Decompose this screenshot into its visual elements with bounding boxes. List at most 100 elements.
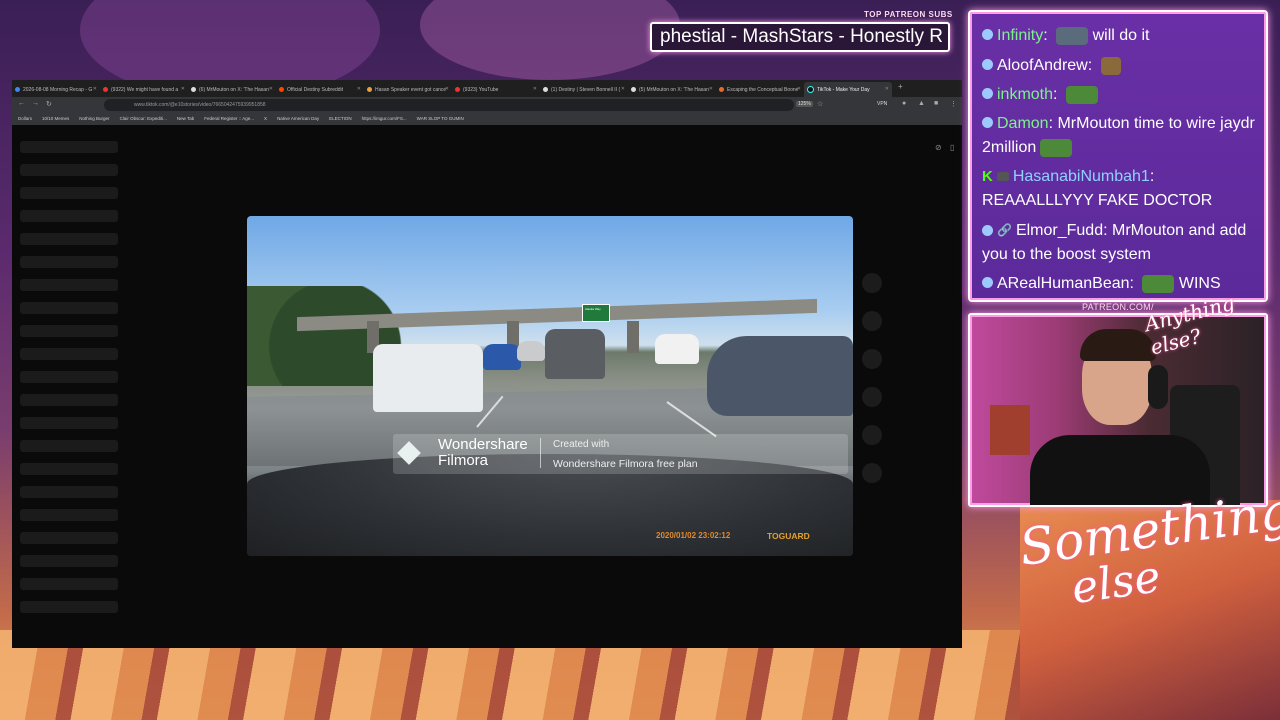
sub-badge-icon <box>982 117 993 129</box>
chat-username[interactable]: Elmor_Fudd <box>1016 222 1103 239</box>
news-icon <box>367 87 372 92</box>
bookmark-item[interactable]: https://imgur.com/FS... <box>362 113 407 125</box>
chat-text: REAAALLLYYY FAKE DOCTOR <box>982 192 1213 210</box>
headset-icon <box>1148 365 1168 409</box>
silver-car <box>517 341 545 361</box>
close-icon[interactable]: ✕ <box>445 86 449 92</box>
sidebar-skeleton <box>20 578 118 590</box>
forward-icon[interactable]: → <box>32 100 39 107</box>
repost-button[interactable] <box>862 425 882 445</box>
bookmark-item[interactable]: Federal Register :: Age... <box>204 113 254 125</box>
pepe-emote-icon <box>1065 85 1098 104</box>
chat-username[interactable]: Damon <box>997 115 1049 132</box>
browser-toolbar: ← → ↻ www.tiktok.com/@e10stories/video/7… <box>12 97 962 113</box>
zoom-badge[interactable]: 125% <box>796 101 813 107</box>
bookmark-button[interactable] <box>862 349 882 369</box>
extension-icon[interactable]: ▲ <box>918 100 925 107</box>
sub-badge-icon <box>982 88 993 100</box>
sidebar-skeleton <box>20 325 118 337</box>
back-icon[interactable]: ← <box>18 100 25 107</box>
x-icon <box>543 87 548 92</box>
extension-icon[interactable]: ■ <box>934 100 938 107</box>
address-bar[interactable]: www.tiktok.com/@e10stories/video/7665042… <box>104 99 794 111</box>
watermark-brand: Wondershare Filmora <box>438 437 528 469</box>
bookmark-item[interactable]: 10/10 Memes <box>42 113 69 125</box>
chat-separator: : <box>1087 57 1097 74</box>
grey-suv <box>545 329 605 379</box>
video-player[interactable]: Alaska Way Wondershare Filmora Created wi… <box>247 216 853 556</box>
sidebar-skeleton <box>20 394 118 406</box>
webcam-shelf <box>990 405 1030 455</box>
browser-tab[interactable]: (9322) We might have found a ✕ <box>100 82 188 97</box>
bookmark-item[interactable]: Native American Day <box>277 113 319 125</box>
close-icon[interactable]: ✕ <box>885 86 889 92</box>
close-icon[interactable]: ✕ <box>533 86 537 92</box>
browser-tab[interactable]: (6) MrMouton on X: 'The Hasan ✕ <box>188 82 276 97</box>
favicon-icon <box>15 87 20 92</box>
browser-tab[interactable]: (5) MrMouton on X: 'The Hasan ✕ <box>628 82 716 97</box>
sidebar-skeleton <box>20 302 118 314</box>
bookmark-item[interactable]: Clair Obscur: Expediti... <box>120 113 167 125</box>
reload-icon[interactable]: ↻ <box>46 100 52 108</box>
share-button[interactable] <box>862 387 882 407</box>
chat-text: WINS <box>1178 275 1221 292</box>
close-icon[interactable]: ✕ <box>269 86 273 92</box>
sub-badge-icon <box>982 277 993 289</box>
bookmark-item[interactable]: ELECTION <box>329 113 352 125</box>
sub-badge-icon <box>982 224 993 236</box>
browser-tab[interactable]: Escaping the Conceptual Boone ✕ <box>716 82 804 97</box>
tab-strip: 2026-08-08 Morning Recap - G ✕ (9322) We … <box>12 80 962 97</box>
tab-label: (1) Destiny | Steven Bonnell II ( <box>551 86 621 93</box>
more-button[interactable] <box>862 463 882 483</box>
fullscreen-icon[interactable]: ▯ <box>950 143 954 152</box>
chat-username[interactable]: Infinity <box>997 27 1043 44</box>
sidebar-skeleton <box>20 532 118 544</box>
chat-username[interactable]: AloofAndrew <box>997 57 1088 74</box>
close-icon[interactable]: ✕ <box>797 86 801 92</box>
bookmark-item[interactable]: Dollars <box>18 113 32 125</box>
close-icon[interactable]: ✕ <box>181 86 185 92</box>
sidebar-skeleton <box>20 371 118 383</box>
new-tab-button[interactable]: + <box>898 82 903 97</box>
tab-label: Official Destiny Subreddit <box>287 86 344 93</box>
browser-tab[interactable]: Official Destiny Subreddit ✕ <box>276 82 364 97</box>
sidebar-skeleton <box>20 417 118 429</box>
emote-icon <box>1056 26 1089 45</box>
bookmark-item[interactable]: Nothing Burger <box>79 113 109 125</box>
sidebar-skeleton <box>20 210 118 222</box>
dashcam-timestamp: 2020/01/02 23:02:12 <box>656 531 731 540</box>
x-icon <box>191 87 196 92</box>
chat-username[interactable]: HasanabiNumbah1 <box>1013 168 1150 185</box>
close-icon[interactable]: ✕ <box>357 86 361 92</box>
close-icon[interactable]: ✕ <box>621 86 625 92</box>
menu-icon[interactable]: ⋮ <box>950 100 957 108</box>
dashcam-brand: TOGUARD <box>767 531 810 541</box>
sidebar-skeleton <box>20 555 118 567</box>
pip-icon[interactable]: ⊘ <box>935 143 942 152</box>
like-button[interactable] <box>862 273 882 293</box>
star-icon[interactable]: ☆ <box>817 100 823 108</box>
close-icon[interactable]: ✕ <box>93 86 97 92</box>
browser-tab[interactable]: (9323) YouTube ✕ <box>452 82 540 97</box>
chat-username[interactable]: inkmoth <box>997 86 1053 103</box>
browser-tab[interactable]: Hasan Speaker event got cance ✕ <box>364 82 452 97</box>
dark-sedan <box>707 336 853 416</box>
chat-separator: : <box>1103 222 1112 240</box>
browser-tab[interactable]: 2026-08-08 Morning Recap - G ✕ <box>12 82 100 97</box>
browser-tab-active[interactable]: TikTok - Make Your Day ✕ <box>804 82 892 97</box>
chat-username[interactable]: ARealHumanBean <box>997 275 1130 292</box>
youtube-icon <box>455 87 460 92</box>
road-sign: Alaska Way <box>582 304 610 322</box>
browser-tab[interactable]: (1) Destiny | Steven Bonnell II (✕ <box>540 82 628 97</box>
close-icon[interactable]: ✕ <box>709 86 713 92</box>
bookmark-item[interactable]: WAR SLOP TO GUMIN <box>417 113 464 125</box>
bookmarks-bar: Dollars 10/10 Memes Nothing Burger Clair… <box>12 113 962 125</box>
comment-button[interactable] <box>862 311 882 331</box>
vpn-badge[interactable]: VPN <box>877 101 887 107</box>
reddit-icon <box>279 87 284 92</box>
sidebar-skeleton <box>20 440 118 452</box>
youtube-icon <box>103 87 108 92</box>
extension-icon[interactable]: ● <box>902 100 906 107</box>
bookmark-item[interactable]: New Tab <box>177 113 194 125</box>
bookmark-item[interactable]: X <box>264 113 267 125</box>
